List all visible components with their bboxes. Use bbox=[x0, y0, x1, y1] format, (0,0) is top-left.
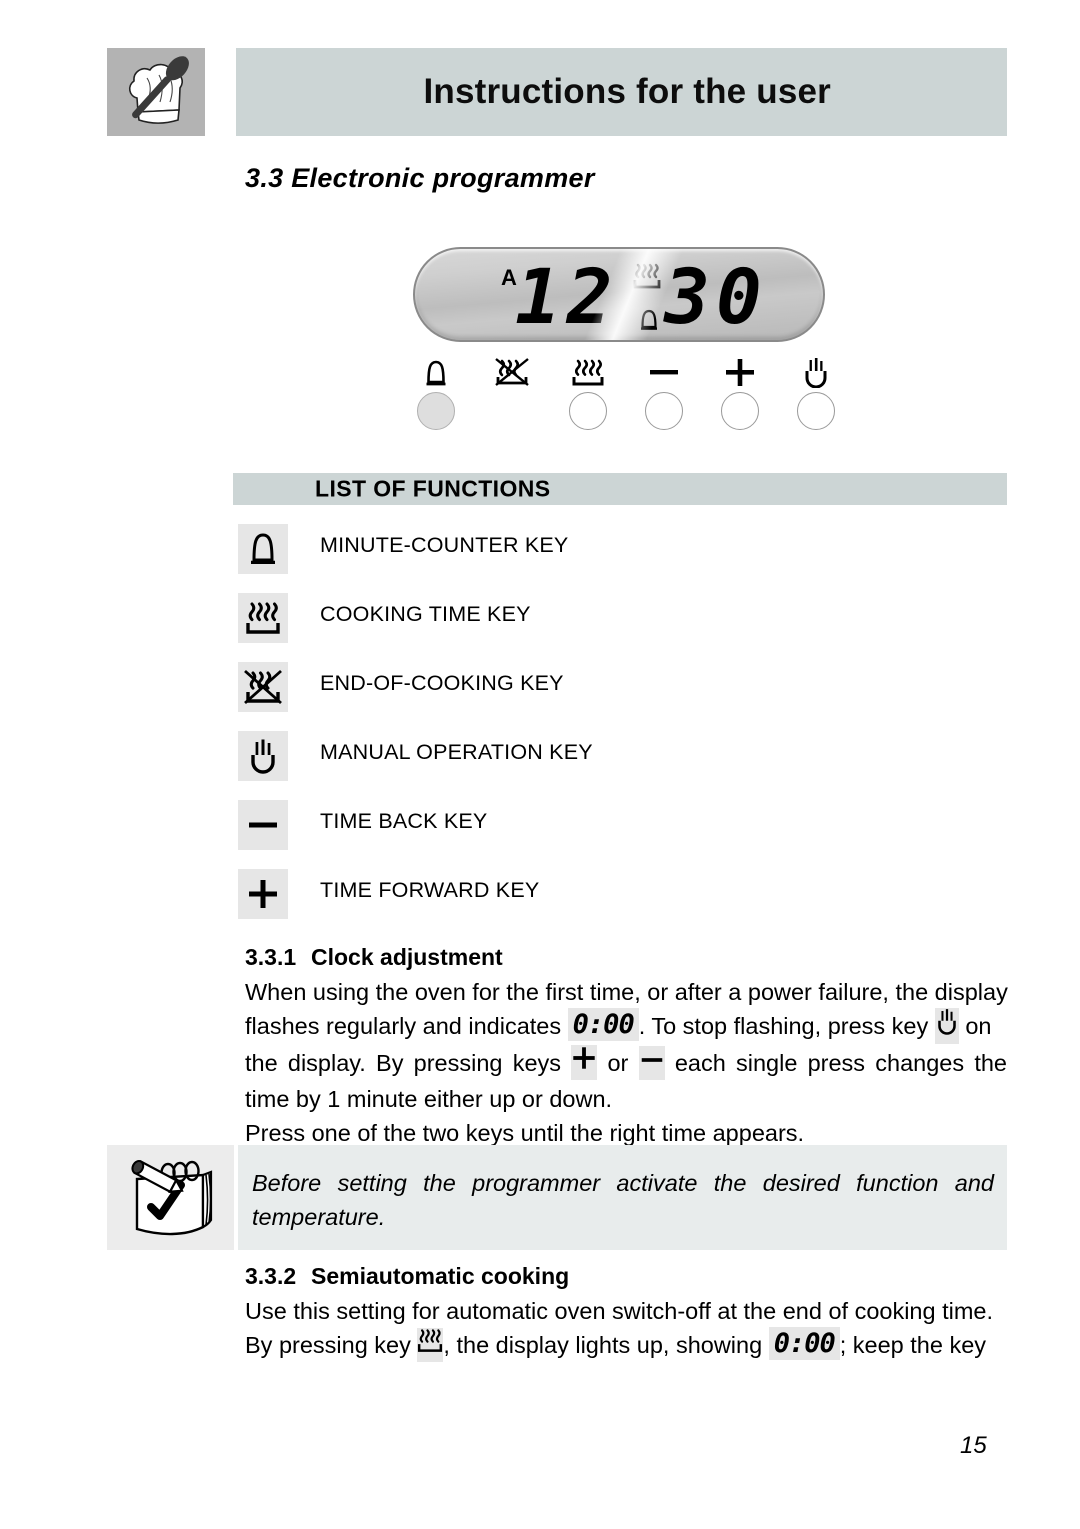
lcd-hours: 12 bbox=[515, 252, 619, 341]
lcd-zero-value: 0:00 bbox=[768, 1327, 840, 1361]
cooking-time-icon bbox=[571, 358, 605, 388]
minute-counter-bell-icon bbox=[238, 524, 288, 574]
list-of-functions-bar: LIST OF FUNCTIONS bbox=[233, 473, 1007, 505]
lcd-zero-value: 0:00 bbox=[567, 1008, 639, 1042]
cooking-time-button[interactable] bbox=[560, 358, 616, 430]
note-callout: Before setting the programmer activate t… bbox=[107, 1145, 1007, 1250]
list-item-label: END-OF-COOKING KEY bbox=[320, 671, 564, 695]
cooking-time-icon bbox=[238, 593, 288, 643]
list-item: COOKING TIME KEY bbox=[238, 593, 938, 662]
semiautomatic-line2-text-a: By pressing key bbox=[245, 1332, 411, 1358]
list-item: MANUAL OPERATION KEY bbox=[238, 731, 938, 800]
time-forward-button[interactable] bbox=[712, 358, 768, 430]
time-forward-plus-icon bbox=[238, 869, 288, 919]
list-of-functions-heading: LIST OF FUNCTIONS bbox=[315, 475, 551, 502]
list-item-label: COOKING TIME KEY bbox=[320, 602, 531, 626]
lcd-panel: A 12:30 bbox=[413, 247, 825, 342]
time-back-minus-icon bbox=[238, 800, 288, 850]
semiautomatic-line-1: Use this setting for automatic oven swit… bbox=[245, 1298, 994, 1324]
semiautomatic-cooking-number: 3.3.2 bbox=[245, 1263, 297, 1289]
clock-adjustment-title: Clock adjustment bbox=[311, 944, 503, 970]
clock-line2-text-b: . To stop flashing, press key bbox=[638, 1013, 929, 1039]
list-item-label: TIME FORWARD KEY bbox=[320, 878, 540, 902]
clock-line3-text-b: or bbox=[607, 1049, 629, 1076]
time-back-minus-icon bbox=[648, 358, 680, 388]
note-line-2: temperature. bbox=[252, 1204, 386, 1230]
cooking-time-icon bbox=[417, 1327, 444, 1362]
time-back-button[interactable] bbox=[636, 358, 692, 430]
minute-counter-button-circle[interactable] bbox=[417, 392, 455, 430]
list-of-functions-items: MINUTE-COUNTER KEY COOKING TIME KEY END-… bbox=[238, 524, 938, 938]
clock-line3-text-c: each single press changes the bbox=[674, 1049, 1008, 1076]
manual-operation-hand-icon bbox=[802, 358, 830, 388]
end-of-cooking-button[interactable] bbox=[484, 358, 540, 430]
lcd-indicator-icons bbox=[629, 263, 669, 337]
manual-operation-hand-icon bbox=[238, 731, 288, 781]
note-body: Before setting the programmer activate t… bbox=[238, 1145, 1007, 1250]
header-title-bar: Instructions for the user bbox=[236, 48, 1007, 136]
semiautomatic-line-2: By pressing key , the display lights up,… bbox=[245, 1327, 1007, 1364]
list-item-label: MINUTE-COUNTER KEY bbox=[320, 533, 569, 557]
time-forward-plus-icon bbox=[571, 1045, 598, 1081]
end-of-cooking-icon bbox=[238, 662, 288, 712]
programmer-display: A 12:30 bbox=[413, 247, 825, 342]
lcd-minutes: 30 bbox=[664, 252, 768, 341]
clock-adjustment-line-3: the display. By pressing keys or each si… bbox=[245, 1045, 1008, 1082]
section-title: 3.3 Electronic programmer bbox=[245, 163, 595, 193]
notepad-pencil-check-icon bbox=[107, 1145, 234, 1250]
list-item: TIME FORWARD KEY bbox=[238, 869, 938, 938]
clock-line3-text-a: the display. By pressing keys bbox=[245, 1049, 562, 1076]
clock-adjustment-line-1: When using the oven for the first time, … bbox=[245, 979, 1008, 1005]
programmer-button-row bbox=[400, 358, 840, 430]
clock-line2-text-a: flashes regularly and indicates bbox=[245, 1013, 562, 1039]
clock-adjustment-number: 3.3.1 bbox=[245, 944, 297, 970]
list-item: TIME BACK KEY bbox=[238, 800, 938, 869]
cooking-time-button-circle[interactable] bbox=[569, 392, 607, 430]
clock-line2-text-c: on bbox=[965, 1013, 992, 1039]
end-of-cooking-icon bbox=[494, 358, 530, 388]
page-title: Instructions for the user bbox=[423, 72, 831, 111]
manual-operation-button[interactable] bbox=[788, 358, 844, 430]
list-item-label: TIME BACK KEY bbox=[320, 809, 488, 833]
list-item-label: MANUAL OPERATION KEY bbox=[320, 740, 593, 764]
note-line-1: Before setting the programmer activate t… bbox=[252, 1170, 994, 1196]
manual-operation-button-circle[interactable] bbox=[797, 392, 835, 430]
chef-hat-spoon-icon bbox=[107, 48, 205, 136]
list-item: END-OF-COOKING KEY bbox=[238, 662, 938, 731]
semiautomatic-cooking-title: Semiautomatic cooking bbox=[311, 1263, 570, 1289]
time-back-button-circle[interactable] bbox=[645, 392, 683, 430]
clock-adjustment-body: When using the oven for the first time, … bbox=[245, 975, 1008, 1150]
note-text: Before setting the programmer activate t… bbox=[252, 1166, 994, 1234]
semiautomatic-cooking-heading: 3.3.2 Semiautomatic cooking bbox=[245, 1263, 569, 1290]
clock-adjustment-line-2: flashes regularly and indicates 0:00. To… bbox=[245, 1007, 1007, 1046]
list-item: MINUTE-COUNTER KEY bbox=[238, 524, 938, 593]
minute-counter-button[interactable] bbox=[408, 358, 464, 430]
clock-adjustment-heading: 3.3.1 Clock adjustment bbox=[245, 944, 503, 971]
manual-operation-hand-icon bbox=[934, 1007, 959, 1044]
page-header: Instructions for the user bbox=[107, 48, 1007, 136]
time-forward-button-circle[interactable] bbox=[721, 392, 759, 430]
minute-counter-bell-icon bbox=[424, 358, 448, 388]
time-back-minus-icon bbox=[638, 1045, 665, 1080]
semiautomatic-line2-text-b: , the display lights up, showing bbox=[443, 1332, 763, 1358]
page-number: 15 bbox=[960, 1432, 987, 1459]
semiautomatic-cooking-body: Use this setting for automatic oven swit… bbox=[245, 1294, 1007, 1364]
clock-adjustment-line-4: time by 1 minute either up or down. bbox=[245, 1086, 613, 1113]
cooking-time-icon bbox=[633, 263, 661, 294]
minute-counter-bell-icon bbox=[640, 309, 658, 336]
time-forward-plus-icon bbox=[724, 358, 756, 388]
semiautomatic-line2-text-c: ; keep the key bbox=[839, 1332, 987, 1358]
